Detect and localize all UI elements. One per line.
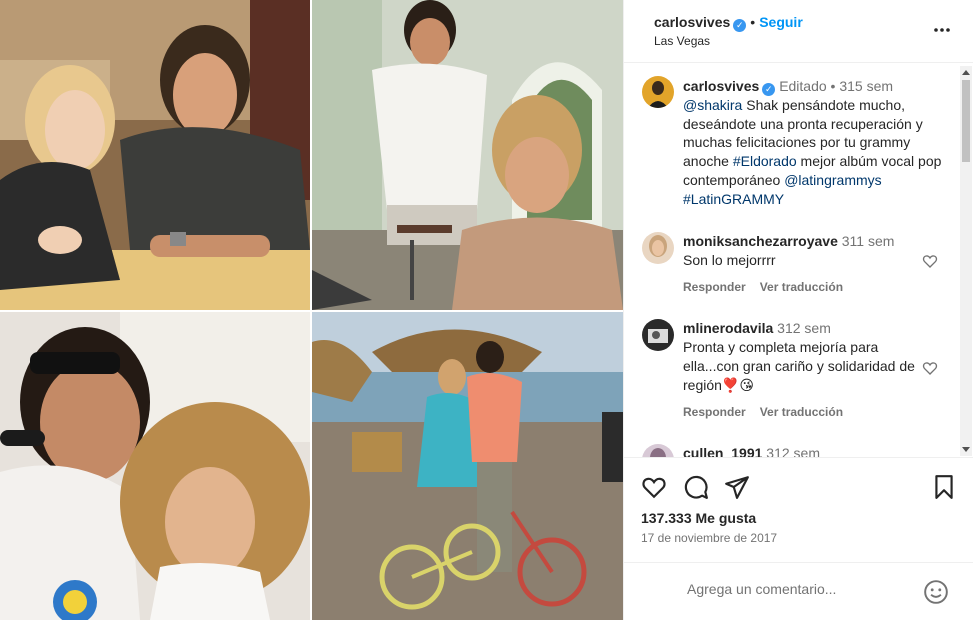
comments-list[interactable]: carlosvives ✓ Editado • 315 sem @shakira … [624, 64, 973, 457]
post-header: carlosvives ✓ • Seguir Las Vegas [624, 0, 973, 63]
post-action-bar: 137.333 Me gusta 17 de noviembre de 2017 [624, 457, 973, 562]
photo-bicycle-street [312, 0, 623, 310]
caption-text: carlosvives ✓ Editado • 315 sem @shakira … [683, 78, 942, 207]
heart-icon[interactable] [922, 360, 938, 376]
post-media-collage[interactable] [0, 0, 623, 620]
post-username[interactable]: carlosvives [654, 14, 730, 30]
comment-username[interactable]: cullen_1991 [683, 445, 762, 457]
reply-button[interactable]: Responder [683, 280, 746, 294]
comment-username[interactable]: mlinerodavila [683, 320, 773, 336]
scroll-up-arrow-icon[interactable] [962, 70, 970, 75]
caption-edited: Editado [779, 78, 827, 94]
scroll-down-arrow-icon[interactable] [962, 447, 970, 452]
verified-badge-icon: ✓ [733, 19, 747, 32]
photo-singing [0, 312, 310, 620]
comment-body: cullen_1991 312 sem [683, 444, 933, 457]
photo-restaurant [0, 0, 310, 310]
caption-time: 315 sem [839, 78, 894, 94]
avatar[interactable] [642, 232, 674, 264]
post-location[interactable]: Las Vegas [654, 34, 710, 48]
comment-username[interactable]: moniksanchezarroyave [683, 233, 838, 249]
photo-beach-bicycles [312, 312, 623, 620]
paper-plane-icon[interactable] [724, 474, 750, 500]
comment-time: 312 sem [766, 445, 820, 457]
comment-time: 312 sem [777, 320, 831, 336]
caption-hashtag[interactable]: #LatinGRAMMY [683, 191, 784, 207]
more-horizontal-icon[interactable] [932, 20, 952, 40]
comment-text: Pronta y completa mejoría para ella...co… [683, 339, 915, 393]
avatar[interactable] [642, 444, 674, 457]
follow-button[interactable]: Seguir [759, 14, 803, 30]
caption-hashtag[interactable]: #Eldorado [733, 153, 797, 169]
reply-button[interactable]: Responder [683, 405, 746, 419]
post-header-user: carlosvives ✓ • Seguir [654, 14, 803, 32]
avatar[interactable] [642, 319, 674, 351]
caption-mention[interactable]: @latingrammys [784, 172, 881, 188]
comment-text: Son lo mejorrrr [683, 252, 776, 268]
comment-time: 311 sem [841, 233, 895, 249]
caption-username[interactable]: carlosvives [683, 78, 759, 94]
bookmark-icon[interactable] [931, 474, 957, 500]
comment-actions: Responder Ver traducción [683, 280, 857, 294]
verified-badge-icon: ✓ [762, 83, 776, 96]
comment-input[interactable] [687, 581, 917, 597]
comments-scrollbar[interactable] [960, 66, 972, 456]
comment-actions: Responder Ver traducción [683, 405, 857, 419]
emoji-icon[interactable] [923, 579, 949, 605]
avatar[interactable] [642, 76, 674, 108]
comment-icon[interactable] [683, 474, 709, 500]
add-comment-bar [624, 562, 973, 620]
caption-mention[interactable]: @shakira [683, 97, 742, 113]
post-date: 17 de noviembre de 2017 [641, 531, 778, 545]
heart-icon[interactable] [922, 253, 938, 269]
post-detail-panel: carlosvives ✓ • Seguir Las Vegas carlosvive… [623, 0, 973, 620]
comment-body: moniksanchezarroyave 311 sem Son lo mejo… [683, 232, 933, 270]
heart-icon[interactable] [641, 474, 667, 500]
comment-body: mlinerodavila 312 sem Pronta y completa … [683, 319, 933, 395]
scrollbar-thumb[interactable] [962, 80, 970, 162]
separator-dot: • [750, 14, 756, 30]
likes-count[interactable]: 137.333 Me gusta [641, 510, 756, 526]
translate-button[interactable]: Ver traducción [760, 405, 843, 419]
translate-button[interactable]: Ver traducción [760, 280, 843, 294]
